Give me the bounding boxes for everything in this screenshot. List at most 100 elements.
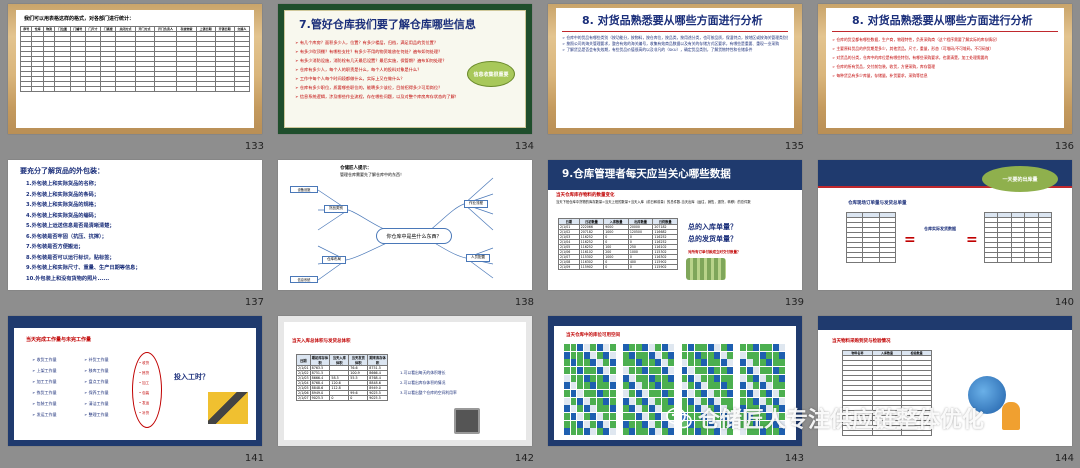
location-cell: [772, 367, 779, 375]
location-cell: [590, 390, 597, 398]
location-cell: [570, 367, 577, 375]
location-cell: [720, 367, 727, 375]
branch-node: 货品类别: [324, 205, 348, 213]
location-cell: [583, 374, 590, 382]
slide-cell-142[interactable]: 当天入库总体积与发货总体积 日期 期初库存体积 当天入库体积 当天发货体积 期末库存体积…: [270, 312, 540, 468]
location-cell: [727, 382, 734, 390]
analysis-item: ➢ 主要原料货品的供货期是多少，其他货品，尺寸，重量，形态（可堆码/不可堆码，不…: [832, 46, 994, 51]
location-cell: [720, 344, 727, 352]
slide-cell-137[interactable]: 要充分了解货品的外包装： 1.外包装上和实际货品的名称； 2.外包装上和实际货品的…: [0, 156, 270, 312]
location-cell: [629, 367, 636, 375]
slide-number: 141: [244, 453, 264, 464]
location-cell: [629, 420, 636, 428]
location-cell: [635, 351, 642, 359]
location-cell: [622, 390, 629, 398]
package-item: 7.外包装是否方便搬运；: [26, 244, 84, 250]
slide-cell-141[interactable]: 当天完成工作量与未完工作量 ➢ 收货工作量 ➢ 上架工作量 ➢ 加工工作量 ➢ 拣货工…: [0, 312, 270, 468]
slide-139[interactable]: 9.仓库管理者每天应当关心哪些数据 当天仓库库存物料的数量变化 当天下班仓库中货…: [548, 160, 802, 290]
slide-138[interactable]: 仓储匠人提示： 管理仓库需要先了解仓库中的东西！ 你仓库中是些什么东西？ 货品类…: [278, 160, 532, 290]
location-cell: [688, 374, 694, 382]
location-cell: [564, 351, 570, 359]
slide-cell-140[interactable]: 仓库现场订单量与发货总单量 一天要的出库量 = 仓库实际发货数据 = 140: [810, 156, 1080, 312]
slide-number: 136: [1054, 141, 1074, 152]
slide-cell-138[interactable]: 仓储匠人提示： 管理仓库需要先了解仓库中的东西！ 你仓库中是些什么东西？ 货品类…: [270, 156, 540, 312]
location-cell: [570, 405, 577, 413]
slide-140[interactable]: 仓库现场订单量与发货总单量 一天要的出库量 = 仓库实际发货数据 =: [818, 160, 1072, 290]
table-row: [845, 257, 897, 263]
location-cell: [727, 351, 734, 359]
location-cell: [635, 374, 642, 382]
location-cell: [629, 374, 636, 382]
location-cell: [629, 413, 636, 421]
slide-135[interactable]: 8. 对货品熟悉要从哪些方面进行分析 ➢ 仓库中的货品有哪些类别（按功能分，按物…: [548, 4, 802, 134]
location-cell: [609, 390, 616, 398]
location-cell: [564, 382, 570, 390]
location-cell: [642, 390, 649, 398]
location-cell: [564, 359, 570, 367]
slide-title: 当天物料采购到货与检验情况: [832, 339, 891, 344]
slide-134[interactable]: 7.管好仓库我们要了解仓库哪些信息 ➢ 有几个库房？面积多少人，位置？有多少楼层…: [278, 4, 532, 134]
slide-number: 134: [514, 141, 534, 152]
table-cell: 0: [348, 395, 369, 401]
slide-142[interactable]: 当天入库总体积与发货总体积 日期 期初库存体积 当天入库体积 当天发货体积 期末库存体积…: [278, 316, 532, 446]
location-cell: [603, 428, 610, 436]
slide-cell-144[interactable]: 当天物料采购到货与检验情况 物料名称 入库数量 检验数量 144: [810, 312, 1080, 468]
location-cell: [596, 351, 603, 359]
location-cell: [720, 382, 727, 390]
location-cell: [759, 351, 766, 359]
location-cell: [596, 428, 603, 436]
info-item: ➢ 信息系统逻辑，涉及哪些作业流程，存在哪些问题，以及对整个库房库存状态的了解！: [295, 94, 459, 99]
table-row: 2/1/07 9025.5 0 0 9025.5: [296, 395, 388, 401]
slide-141[interactable]: 当天完成工作量与未完工作量 ➢ 收货工作量 ➢ 上架工作量 ➢ 加工工作量 ➢ 拣货工…: [8, 316, 262, 446]
slide-133[interactable]: 我们可以用表格这样的格式，对各部门进行统计： 序号 仓库 物资 门位置 门编号 门尺寸 门高…: [8, 4, 262, 134]
location-cell: [629, 382, 636, 390]
location-cell: [603, 382, 610, 390]
location-cell: [577, 374, 583, 382]
location-cell: [681, 390, 688, 398]
location-cell: [596, 390, 603, 398]
location-cell: [772, 390, 779, 398]
leaf-node: 信息系统: [290, 276, 318, 283]
table-header: 当天发货体积: [348, 354, 369, 366]
location-cell: [635, 405, 642, 413]
location-cell: [622, 405, 629, 413]
workload-item: ➢ 移库工作量: [84, 368, 109, 373]
slide-cell-133[interactable]: 我们可以用表格这样的格式，对各部门进行统计： 序号 仓库 物资 门位置 门编号 门尺寸 门高…: [0, 0, 270, 156]
location-cell: [603, 405, 610, 413]
location-cell: [661, 351, 668, 359]
slide-cell-134[interactable]: 7.管好仓库我们要了解仓库哪些信息 ➢ 有几个库房？面积多少人，位置？有多少楼层…: [270, 0, 540, 156]
location-cell: [622, 359, 629, 367]
equals-sign: =: [966, 232, 978, 248]
location-cell: [661, 382, 668, 390]
volume-note: 1.可以看出每天的体积增长: [400, 370, 446, 375]
location-cell: [727, 390, 734, 398]
slide-136[interactable]: 8. 对货品熟悉要从哪些方面进行分析 ➢ 仓库的货品都有哪些数据，生产商，物理特…: [818, 4, 1072, 134]
location-cell: [766, 359, 773, 367]
workload-item: ➢ 补货工作量: [84, 357, 109, 362]
location-cell: [753, 382, 760, 390]
slide-title: 我们可以用表格这样的格式，对各部门进行统计：: [24, 16, 135, 22]
location-cell: [766, 390, 773, 398]
location-cell: [590, 428, 597, 436]
location-cell: [577, 397, 583, 405]
location-cell: [629, 428, 636, 436]
slide-title: 当天完成工作量与未完工作量: [26, 337, 92, 343]
slide-cell-136[interactable]: 8. 对货品熟悉要从哪些方面进行分析 ➢ 仓库的货品都有哪些数据，生产商，物理特…: [810, 0, 1080, 156]
location-cell: [655, 382, 662, 390]
location-cell: [583, 382, 590, 390]
location-cell: [642, 397, 649, 405]
location-cell: [720, 390, 727, 398]
location-cell: [661, 359, 668, 367]
slide-cell-135[interactable]: 8. 对货品熟悉要从哪些方面进行分析 ➢ 仓库中的货品有哪些类别（按功能分，按物…: [540, 0, 810, 156]
slide-cell-139[interactable]: 9.仓库管理者每天应当关心哪些数据 当天仓库库存物料的数量变化 当天下班仓库中货…: [540, 156, 810, 312]
slide-subtitle: 当天仓库库存物料的数量变化: [556, 193, 615, 198]
slide-cell-143[interactable]: 当天仓库中的库位可用空间 143: [540, 312, 810, 468]
analysis-item: ➢ 仓库的所有货品，交付前包装，收货，方便采购，库存管理: [832, 64, 936, 69]
location-cell: [635, 367, 642, 375]
table-cell: 2/1/03: [296, 375, 311, 381]
location-cell: [688, 359, 694, 367]
slide-137[interactable]: 要充分了解货品的外包装： 1.外包装上和实际货品的名称； 2.外包装上和实际货品的…: [8, 160, 262, 290]
workload-item: ➢ 盘点工作量: [84, 379, 109, 384]
table-cell: [878, 257, 897, 263]
location-cell: [701, 367, 708, 375]
